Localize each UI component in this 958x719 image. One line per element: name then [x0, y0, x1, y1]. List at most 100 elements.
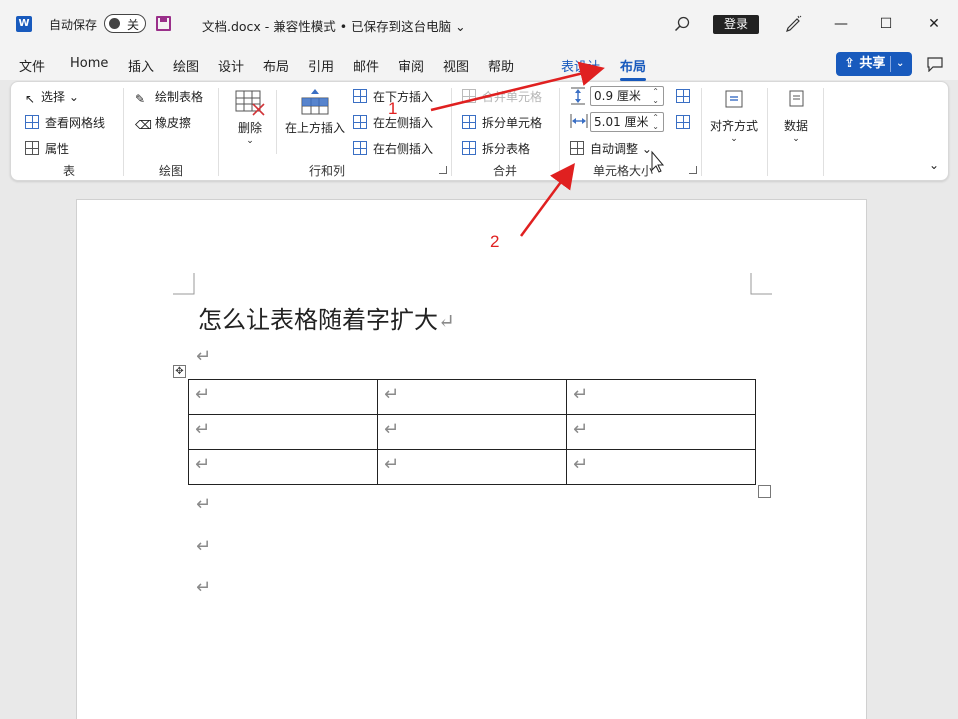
- distribute-columns-icon[interactable]: [676, 115, 690, 129]
- table-row: ↵ ↵ ↵: [188, 414, 756, 450]
- ribbon-panel: ↖ 选择 ⌄ 查看网格线 属性 表 ✎ 绘制表格 ⌫ 橡皮擦 绘图 删除 ⌄ 在上方: [10, 81, 949, 181]
- tab-help[interactable]: 帮助: [488, 56, 514, 75]
- minimize-button[interactable]: —: [831, 14, 851, 34]
- document-table[interactable]: ↵ ↵ ↵ ↵ ↵ ↵ ↵ ↵ ↵: [188, 379, 756, 485]
- group-label-cell-size: 单元格大小: [592, 164, 653, 178]
- close-button[interactable]: ✕: [924, 14, 944, 34]
- comment-icon[interactable]: [926, 56, 944, 72]
- group-separator: [451, 88, 452, 176]
- split-table-label: 拆分表格: [482, 142, 531, 156]
- login-button[interactable]: 登录: [713, 15, 759, 34]
- tab-insert[interactable]: 插入: [128, 56, 154, 75]
- table-cell[interactable]: ↵: [566, 379, 756, 415]
- tab-table-layout[interactable]: 布局: [620, 56, 647, 81]
- save-icon[interactable]: [156, 16, 171, 31]
- spin-arrows-icon[interactable]: ⌃ ⌄: [652, 87, 659, 105]
- table-cell[interactable]: ↵: [377, 379, 567, 415]
- tab-references[interactable]: 引用: [308, 56, 334, 75]
- view-gridlines-label: 查看网格线: [45, 116, 106, 130]
- eraser-label: 橡皮擦: [155, 116, 192, 130]
- row-height-value: 0.9 厘米: [594, 89, 641, 103]
- table-cell[interactable]: ↵: [188, 379, 378, 415]
- data-button[interactable]: 数据 ⌄: [776, 90, 816, 144]
- tab-draw[interactable]: 绘图: [173, 56, 199, 75]
- split-cells-label: 拆分单元格: [482, 116, 543, 130]
- merge-cells-label: 合并单元格: [482, 90, 543, 104]
- paragraph-mark[interactable]: ↵: [196, 536, 211, 557]
- delete-label: 删除: [237, 121, 262, 135]
- tab-file[interactable]: 文件: [19, 56, 45, 75]
- insert-right-button[interactable]: 在右侧插入: [353, 140, 433, 157]
- title-bar: W 自动保存 关 文档.docx - 兼容性模式 • 已保存到这台电脑 ⌄ 登录…: [0, 0, 958, 48]
- alignment-button[interactable]: 对齐方式 ⌄: [708, 90, 760, 144]
- delete-button[interactable]: 删除 ⌄: [233, 88, 267, 146]
- table-move-handle-icon[interactable]: ✥: [173, 365, 186, 378]
- table-cell[interactable]: ↵: [566, 414, 756, 450]
- eraser-icon: ⌫: [135, 118, 152, 132]
- insert-left-icon: [353, 115, 367, 129]
- distribute-rows-icon[interactable]: [676, 89, 690, 103]
- properties-button[interactable]: 属性: [25, 140, 69, 157]
- search-icon[interactable]: [674, 16, 690, 32]
- document-page[interactable]: 怎么让表格随着字扩大↵ ↵ ✥ ↵ ↵ ↵ ↵ ↵ ↵ ↵ ↵ ↵ ↵ ↵ ↵: [76, 199, 867, 719]
- tab-review[interactable]: 审阅: [398, 56, 424, 75]
- row-height-input[interactable]: 0.9 厘米 ⌃ ⌄: [590, 86, 664, 106]
- rows-cols-launcher-icon[interactable]: [439, 166, 447, 174]
- share-button[interactable]: ⇪ 共享 ⌄: [836, 52, 912, 76]
- data-icon: [789, 90, 804, 107]
- view-gridlines-button[interactable]: 查看网格线: [25, 114, 105, 131]
- tab-view[interactable]: 视图: [443, 56, 469, 75]
- alignment-icon: [725, 90, 743, 108]
- share-label: 共享: [859, 56, 886, 71]
- column-width-icon: [570, 114, 588, 128]
- autofit-button[interactable]: 自动调整 ⌄: [570, 140, 652, 157]
- insert-below-label: 在下方插入: [373, 90, 434, 104]
- paragraph-mark[interactable]: ↵: [196, 494, 211, 515]
- table-cell[interactable]: ↵: [377, 449, 567, 485]
- maximize-button[interactable]: ☐: [876, 14, 896, 34]
- pen-icon[interactable]: [784, 14, 802, 32]
- eraser-button[interactable]: ⌫ 橡皮擦: [135, 114, 191, 132]
- share-separator: [890, 56, 891, 72]
- tab-design[interactable]: 设计: [218, 56, 244, 75]
- autofit-icon: [570, 141, 584, 155]
- share-icon: ⇪: [844, 56, 860, 71]
- column-width-input[interactable]: 5.01 厘米 ⌃ ⌄: [590, 112, 664, 132]
- document-title[interactable]: 文档.docx - 兼容性模式 • 已保存到这台电脑 ⌄: [202, 16, 466, 35]
- margin-corner-top-left: [173, 273, 195, 295]
- paragraph-mark: ↵: [438, 309, 455, 333]
- autosave-toggle[interactable]: 关: [104, 14, 146, 33]
- table-cell[interactable]: ↵: [188, 449, 378, 485]
- paragraph-mark[interactable]: ↵: [196, 346, 211, 367]
- insert-above-button[interactable]: 在上方插入: [283, 88, 347, 136]
- table-cell[interactable]: ↵: [188, 414, 378, 450]
- delete-table-icon: [235, 90, 265, 116]
- draw-table-button[interactable]: ✎ 绘制表格: [135, 88, 203, 106]
- select-label: 选择: [41, 90, 66, 104]
- table-cell[interactable]: ↵: [377, 414, 567, 450]
- insert-above-icon: [301, 89, 329, 115]
- spin-arrows-icon[interactable]: ⌃ ⌄: [652, 113, 659, 131]
- toggle-knob: [109, 18, 120, 29]
- tab-mailings[interactable]: 邮件: [353, 56, 379, 75]
- group-label-merge: 合并: [492, 164, 517, 178]
- group-label-table: 表: [62, 164, 75, 178]
- collapse-ribbon-icon[interactable]: ⌄: [929, 158, 939, 172]
- split-table-button[interactable]: 拆分表格: [462, 140, 530, 157]
- tab-table-design[interactable]: 表设计: [561, 56, 600, 75]
- select-button[interactable]: ↖ 选择 ⌄: [25, 88, 79, 106]
- table-resize-handle[interactable]: [758, 485, 771, 498]
- autofit-label: 自动调整: [590, 142, 639, 156]
- tab-layout[interactable]: 布局: [263, 56, 289, 75]
- document-heading[interactable]: 怎么让表格随着字扩大↵: [198, 300, 455, 335]
- split-cells-button[interactable]: 拆分单元格: [462, 114, 542, 131]
- merge-cells-button[interactable]: 合并单元格: [462, 88, 542, 105]
- inner-separator: [276, 90, 277, 154]
- paragraph-mark[interactable]: ↵: [196, 577, 211, 598]
- tab-home[interactable]: Home: [70, 56, 108, 71]
- table-cell[interactable]: ↵: [566, 449, 756, 485]
- chevron-down-icon: ⌄: [246, 136, 254, 146]
- cell-size-launcher-icon[interactable]: [689, 166, 697, 174]
- row-height-icon: [571, 87, 585, 105]
- table-row: ↵ ↵ ↵: [188, 379, 756, 415]
